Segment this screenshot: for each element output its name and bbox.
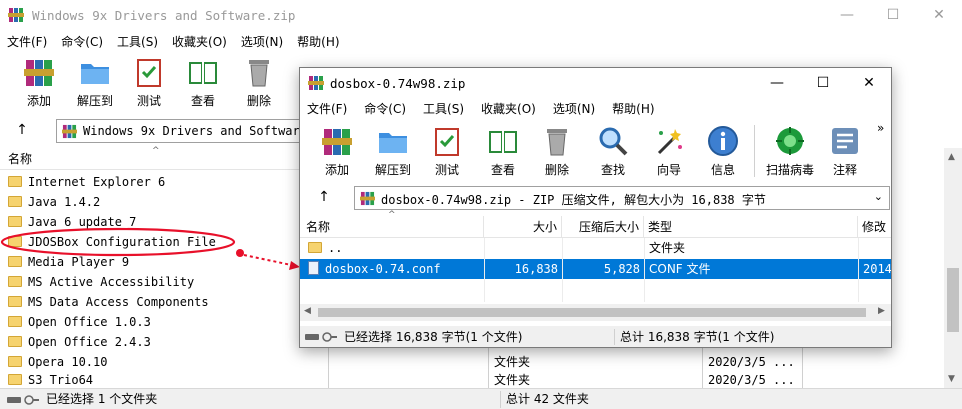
front-find-button[interactable]: 查找: [584, 121, 642, 183]
folder-icon: [308, 242, 322, 253]
front-statusbar: 已经选择 16,838 字节(1 个文件) 总计 16,838 字节(1 个文件…: [300, 326, 891, 347]
front-col-size[interactable]: 大小: [484, 216, 562, 238]
column-divider: [484, 238, 485, 302]
front-test-button[interactable]: 测试: [418, 121, 476, 183]
row-size: 16,838: [514, 262, 558, 276]
front-close-button[interactable]: ✕: [846, 68, 891, 98]
front-maximize-button[interactable]: ☐: [800, 68, 846, 98]
front-wizard-button[interactable]: 向导: [640, 121, 698, 183]
front-status-left: 已经选择 16,838 字节(1 个文件): [344, 330, 523, 344]
front-window: dosbox-0.74w98.zip — ☐ ✕ 文件(F) 命令(C) 工具(…: [299, 67, 892, 348]
front-extract-label: 解压到: [374, 163, 411, 177]
front-view-button[interactable]: 查看: [474, 121, 532, 183]
front-menu-file[interactable]: 文件(F): [300, 100, 354, 117]
row-name: dosbox-0.74.conf: [325, 262, 441, 276]
zip-icon: [360, 191, 375, 206]
magic-wand-icon: [657, 129, 682, 155]
front-add-button[interactable]: 添加: [308, 121, 366, 183]
front-virus-scan-label: 扫描病毒: [765, 163, 814, 177]
front-delete-label: 删除: [544, 163, 569, 177]
front-extract-button[interactable]: 解压到: [364, 121, 422, 183]
scroll-thumb[interactable]: [318, 308, 866, 317]
row-type: 文件夹: [649, 241, 686, 255]
address-dropdown-chevron-down-icon[interactable]: ⌄: [874, 190, 883, 203]
scroll-right-arrow-icon[interactable]: ▶: [878, 306, 885, 316]
archive-books-icon: [322, 129, 352, 155]
front-menu-options[interactable]: 选项(N): [543, 100, 602, 117]
front-delete-button[interactable]: 删除: [528, 121, 586, 183]
front-status-right: 总计 16,838 字节(1 个文件): [620, 330, 775, 344]
front-menubar: 文件(F) 命令(C) 工具(S) 收藏夹(O) 选项(N) 帮助(H): [300, 97, 891, 119]
front-menu-help[interactable]: 帮助(H): [602, 100, 661, 117]
table-row-selected[interactable]: dosbox-0.74.conf 16,838 5,828 CONF 文件 20…: [300, 259, 891, 279]
front-info-button[interactable]: 信息: [694, 121, 752, 183]
front-col-type[interactable]: 类型: [644, 216, 858, 238]
front-minimize-button[interactable]: —: [754, 68, 800, 98]
front-toolbar: 添加 解压到 测试 查看 删除 查找 向导 信息 扫描病毒 注释 »: [300, 121, 891, 185]
front-find-label: 查找: [600, 163, 625, 177]
column-divider: [858, 238, 859, 302]
magnifier-icon: [599, 127, 628, 156]
status-divider: [614, 329, 615, 345]
front-col-packed[interactable]: 压缩后大小: [562, 216, 644, 238]
winrar-icon: [308, 76, 324, 90]
front-address-field[interactable]: dosbox-0.74w98.zip - ZIP 压缩文件, 解包大小为 16,…: [354, 186, 890, 210]
front-menu-command[interactable]: 命令(C): [354, 100, 413, 117]
table-row[interactable]: .. 文件夹: [300, 238, 891, 258]
comment-icon: [832, 128, 858, 154]
front-window-title: dosbox-0.74w98.zip: [330, 76, 466, 91]
front-virus-scan-button[interactable]: 扫描病毒: [758, 121, 822, 183]
virus-scan-icon: [776, 127, 804, 155]
annotation-dot: [236, 249, 244, 257]
scroll-left-arrow-icon[interactable]: ◀: [304, 306, 311, 316]
toolbar-overflow-icon[interactable]: »: [877, 121, 884, 135]
row-name: ..: [328, 241, 343, 255]
info-icon: [708, 126, 738, 156]
book-icon: [489, 131, 517, 153]
front-view-label: 查看: [490, 163, 515, 177]
front-comment-button[interactable]: 注释: [816, 121, 874, 183]
drive-key-icon: [305, 332, 337, 342]
row-packed: 5,828: [603, 262, 640, 276]
clipboard-check-icon: [435, 128, 459, 156]
row-modified: 2014: [863, 262, 892, 276]
trash-icon: [547, 129, 567, 156]
front-address-bar: ↑ dosbox-0.74w98.zip - ZIP 压缩文件, 解包大小为 1…: [300, 183, 891, 213]
front-address-text: dosbox-0.74w98.zip - ZIP 压缩文件, 解包大小为 16,…: [381, 193, 766, 207]
front-wizard-label: 向导: [656, 163, 681, 177]
front-menu-favorites[interactable]: 收藏夹(O): [471, 100, 543, 117]
front-col-modified[interactable]: 修改: [858, 216, 891, 238]
sort-indicator-icon: ^: [388, 210, 396, 220]
toolbar-divider: [754, 125, 755, 177]
file-icon: [308, 261, 319, 275]
front-add-label: 添加: [324, 163, 349, 177]
front-horizontal-scrollbar[interactable]: ◀ ▶: [300, 304, 891, 321]
column-divider: [562, 238, 563, 302]
folder-extract-icon: [379, 133, 407, 153]
annotation-arrow: [243, 254, 297, 267]
front-info-label: 信息: [710, 163, 735, 177]
front-comment-label: 注释: [832, 163, 857, 177]
annotation-ellipse: [0, 227, 236, 257]
row-type: CONF 文件: [649, 262, 711, 276]
front-titlebar[interactable]: dosbox-0.74w98.zip — ☐ ✕: [300, 68, 891, 98]
front-column-header: 名称 ^ 大小 压缩后大小 类型 修改: [300, 210, 891, 238]
column-divider: [644, 238, 645, 302]
front-test-label: 测试: [434, 163, 459, 177]
front-up-button[interactable]: ↑: [314, 189, 334, 207]
front-menu-tools[interactable]: 工具(S): [413, 100, 471, 117]
